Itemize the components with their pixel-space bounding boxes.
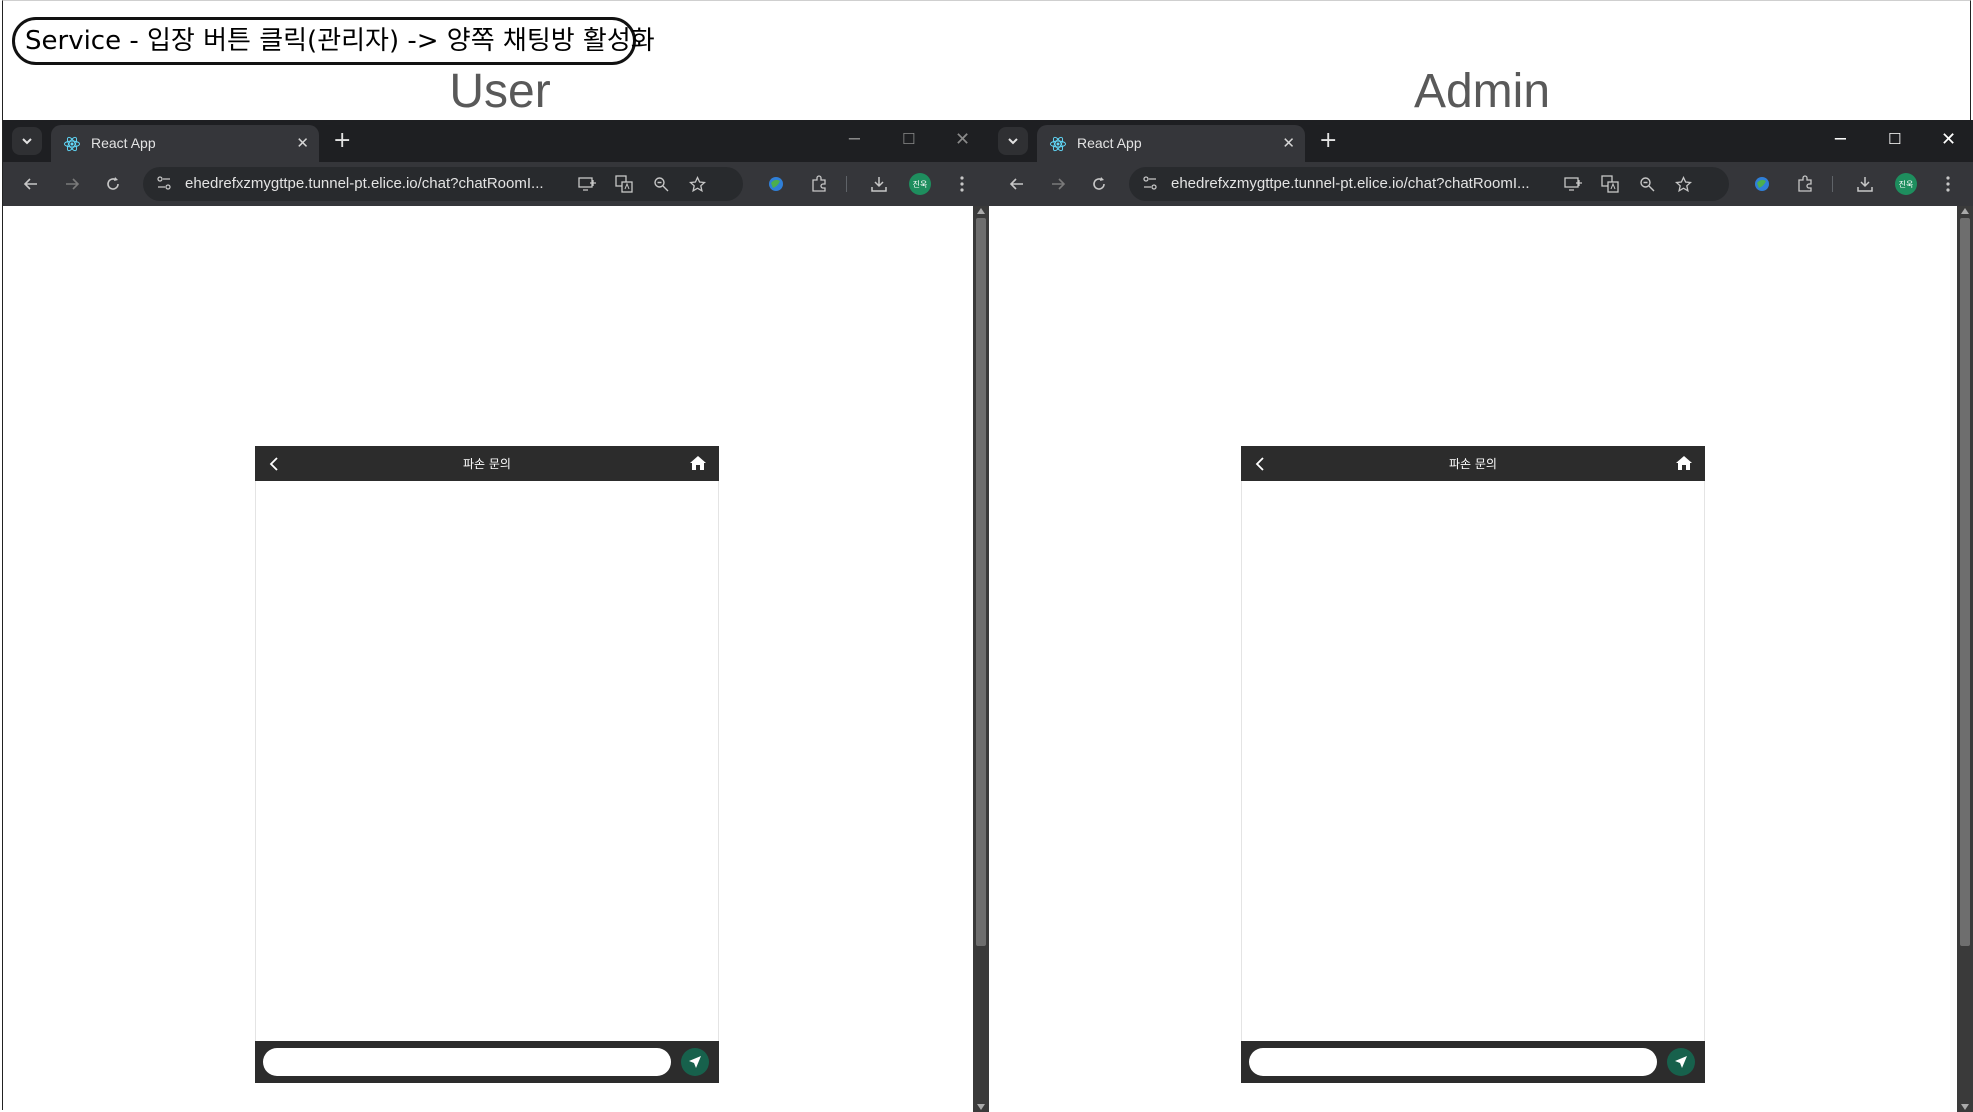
home-icon[interactable] [1675, 455, 1693, 471]
toolbar-divider [846, 176, 847, 192]
scroll-thumb[interactable] [1960, 218, 1970, 946]
install-icon[interactable] [575, 172, 599, 196]
window-close-icon[interactable]: ✕ [955, 129, 970, 150]
chat-header: 파손 문의 [1241, 446, 1705, 481]
chat-window: 파손 문의 [1241, 446, 1705, 1083]
send-button[interactable] [1667, 1048, 1695, 1076]
forward-icon[interactable] [1046, 172, 1070, 196]
minimize-icon[interactable]: ─ [849, 129, 860, 150]
scroll-up-arrow[interactable] [977, 208, 985, 214]
browser-window-user: React App ✕ + ─ ☐ ✕ ehedrefxzmygttpe.tun… [3, 120, 989, 1112]
minimize-icon[interactable]: ─ [1835, 129, 1846, 150]
page-viewport: 파손 문의 [3, 206, 973, 1112]
send-icon [1675, 1056, 1687, 1068]
scroll-down-arrow[interactable] [1961, 1104, 1969, 1110]
window-close-icon[interactable]: ✕ [1941, 129, 1956, 150]
menu-icon[interactable] [950, 172, 974, 196]
browser-tab[interactable]: React App ✕ [51, 125, 319, 162]
translate-icon[interactable] [612, 172, 636, 196]
chat-title: 파손 문의 [463, 457, 511, 471]
message-input[interactable] [1249, 1048, 1657, 1076]
page-scrollbar[interactable] [973, 206, 989, 1112]
tab-strip: React App ✕ + ─ ☐ ✕ [3, 120, 989, 162]
site-info-icon[interactable] [155, 174, 173, 192]
forward-icon[interactable] [60, 172, 84, 196]
page-scrollbar[interactable] [1957, 206, 1973, 1112]
tab-close-icon[interactable]: ✕ [296, 134, 309, 152]
chat-header: 파손 문의 [255, 446, 719, 481]
download-icon[interactable] [867, 172, 891, 196]
panel-label-user: User [449, 65, 551, 118]
browser-toolbar: ehedrefxzmygttpe.tunnel-pt.elice.io/chat… [989, 162, 1973, 206]
scroll-thumb[interactable] [976, 218, 986, 946]
chat-message-area [1242, 481, 1704, 1041]
tab-title: React App [1077, 135, 1142, 151]
maximize-icon[interactable]: ☐ [1888, 130, 1901, 148]
url-text: ehedrefxzmygttpe.tunnel-pt.elice.io/chat… [185, 175, 544, 192]
tab-title: React App [91, 135, 156, 151]
zoom-icon[interactable] [1635, 172, 1659, 196]
home-icon[interactable] [689, 455, 707, 471]
panel-label-admin: Admin [1413, 65, 1551, 118]
menu-icon[interactable] [1936, 172, 1960, 196]
new-tab-button[interactable]: + [333, 128, 351, 153]
browser-toolbar: ehedrefxzmygttpe.tunnel-pt.elice.io/chat… [3, 162, 989, 206]
extension-icon[interactable] [1750, 172, 1774, 196]
address-bar[interactable]: ehedrefxzmygttpe.tunnel-pt.elice.io/chat… [143, 167, 743, 201]
reload-icon[interactable] [1087, 172, 1111, 196]
back-icon[interactable] [1005, 172, 1029, 196]
url-text: ehedrefxzmygttpe.tunnel-pt.elice.io/chat… [1171, 175, 1530, 192]
download-icon[interactable] [1853, 172, 1877, 196]
chat-input-bar [1241, 1041, 1705, 1083]
back-icon[interactable] [19, 172, 43, 196]
new-tab-button[interactable]: + [1319, 128, 1337, 153]
puzzle-icon[interactable] [1793, 172, 1817, 196]
tab-search-icon [22, 138, 32, 145]
react-icon [64, 136, 80, 152]
chat-message-area [256, 481, 718, 1041]
install-icon[interactable] [1561, 172, 1585, 196]
browser-tab[interactable]: React App ✕ [1037, 125, 1305, 162]
site-info-icon[interactable] [1141, 174, 1159, 192]
scroll-down-arrow[interactable] [977, 1104, 985, 1110]
send-button[interactable] [681, 1048, 709, 1076]
star-icon[interactable] [685, 172, 709, 196]
profile-avatar[interactable]: 진욱 [1895, 173, 1917, 195]
address-bar[interactable]: ehedrefxzmygttpe.tunnel-pt.elice.io/chat… [1129, 167, 1729, 201]
maximize-icon[interactable]: ☐ [902, 130, 915, 148]
extension-icon[interactable] [764, 172, 788, 196]
star-icon[interactable] [1671, 172, 1695, 196]
chat-window: 파손 문의 [255, 446, 719, 1083]
tab-search-icon [1008, 138, 1018, 145]
chat-input-bar [255, 1041, 719, 1083]
tab-strip: React App ✕ + ─ ☐ ✕ [989, 120, 1973, 162]
caption: Service - 입장 버튼 클릭(관리자) -> 양쪽 채팅방 활성화 [12, 17, 655, 65]
message-input[interactable] [263, 1048, 671, 1076]
tab-search-button[interactable] [12, 127, 42, 155]
react-icon [1050, 136, 1066, 152]
tab-close-icon[interactable]: ✕ [1282, 134, 1295, 152]
translate-icon[interactable] [1598, 172, 1622, 196]
tab-search-button[interactable] [998, 127, 1028, 155]
profile-avatar[interactable]: 진욱 [909, 173, 931, 195]
send-icon [689, 1056, 701, 1068]
puzzle-icon[interactable] [807, 172, 831, 196]
scroll-up-arrow[interactable] [1961, 208, 1969, 214]
zoom-icon[interactable] [649, 172, 673, 196]
reload-icon[interactable] [101, 172, 125, 196]
toolbar-divider [1832, 176, 1833, 192]
page-viewport: 파손 문의 [989, 206, 1957, 1112]
browser-window-admin: React App ✕ + ─ ☐ ✕ ehedrefxzmygttpe.tun… [989, 120, 1973, 1112]
chat-title: 파손 문의 [1449, 457, 1497, 471]
